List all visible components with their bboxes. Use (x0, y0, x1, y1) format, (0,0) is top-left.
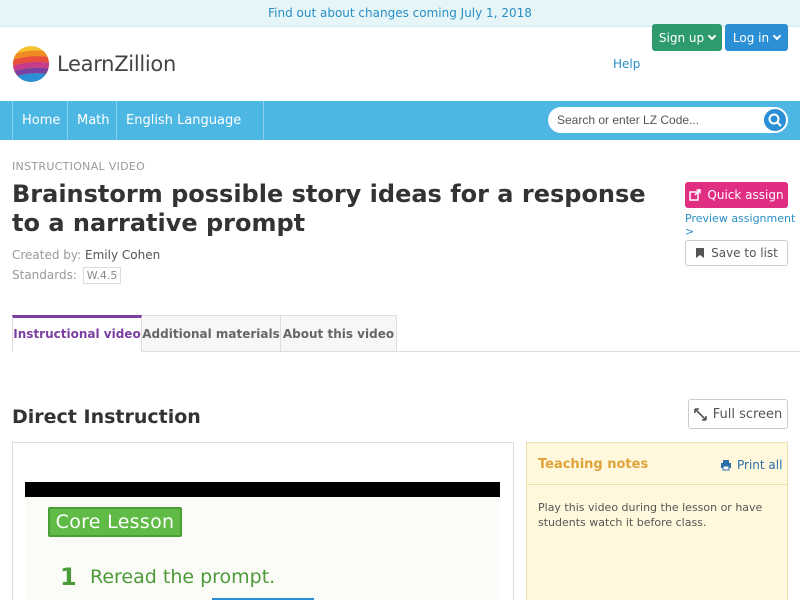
full-screen-label: Full screen (712, 406, 783, 422)
quick-assign-button[interactable]: Quick assign (685, 182, 788, 208)
teaching-notes-text: Play this video during the lesson or hav… (538, 501, 763, 529)
full-screen-button[interactable]: Full screen (688, 399, 788, 429)
log-in-button[interactable]: Log in (725, 24, 788, 51)
nav-item-math[interactable]: Math (68, 101, 117, 140)
notes-divider (527, 484, 787, 485)
log-in-label: Log in (732, 30, 770, 45)
search-button[interactable] (764, 109, 786, 131)
step-text: Reread the prompt. (90, 566, 276, 588)
save-to-list-label: Save to list (711, 246, 778, 260)
teaching-notes-title: Teaching notes (538, 457, 649, 472)
created-by: Created by: Emily Cohen (12, 248, 160, 262)
tab-additional-materials[interactable]: Additional materials (141, 315, 281, 352)
section-title: Direct Instruction (12, 406, 201, 428)
save-to-list-button[interactable]: Save to list (685, 240, 788, 266)
nav-item-english-language-arts[interactable]: English Language Arts (117, 101, 264, 167)
chevron-down-icon (707, 31, 717, 40)
standards-label: Standards: (12, 268, 77, 282)
tab-instructional-video[interactable]: Instructional video (12, 315, 142, 352)
announcement-link[interactable]: Find out about changes coming July 1, 20… (268, 6, 532, 20)
created-by-label: Created by: (12, 248, 82, 262)
sign-up-label: Sign up (658, 30, 705, 45)
search-box (548, 107, 788, 133)
print-all-button[interactable]: Print all (720, 458, 782, 472)
print-all-label: Print all (737, 458, 783, 472)
help-link[interactable]: Help (613, 57, 640, 71)
share-icon (689, 189, 702, 201)
step-number: 1 (60, 563, 77, 591)
page-title: Brainstorm possible story ideas for a re… (12, 180, 646, 237)
standards: Standards: W.4.5 (12, 267, 122, 284)
video-top-bar (25, 482, 500, 497)
content-type-label: INSTRUCTIONAL VIDEO (12, 160, 146, 173)
search-icon (768, 113, 782, 127)
bookmark-icon (696, 248, 705, 258)
announcement-banner: Find out about changes coming July 1, 20… (0, 0, 800, 27)
author-name[interactable]: Emily Cohen (85, 248, 160, 262)
tab-about-this-video[interactable]: About this video (280, 315, 397, 352)
expand-icon (693, 407, 707, 421)
core-lesson-title: Core Lesson (48, 507, 182, 537)
quick-assign-label: Quick assign (707, 188, 784, 202)
chevron-down-icon (772, 31, 782, 40)
nav-item-home[interactable]: Home (12, 101, 68, 140)
search-input[interactable] (557, 111, 757, 129)
logo[interactable]: LearnZillion (12, 45, 176, 83)
preview-assignment-link[interactable]: Preview assignment > (685, 212, 800, 238)
learnzillion-logo-icon (12, 45, 50, 83)
brand-name: LearnZillion (57, 52, 176, 76)
printer-icon (721, 460, 731, 471)
standard-tag[interactable]: W.4.5 (82, 267, 122, 284)
sign-up-button[interactable]: Sign up (652, 24, 722, 51)
